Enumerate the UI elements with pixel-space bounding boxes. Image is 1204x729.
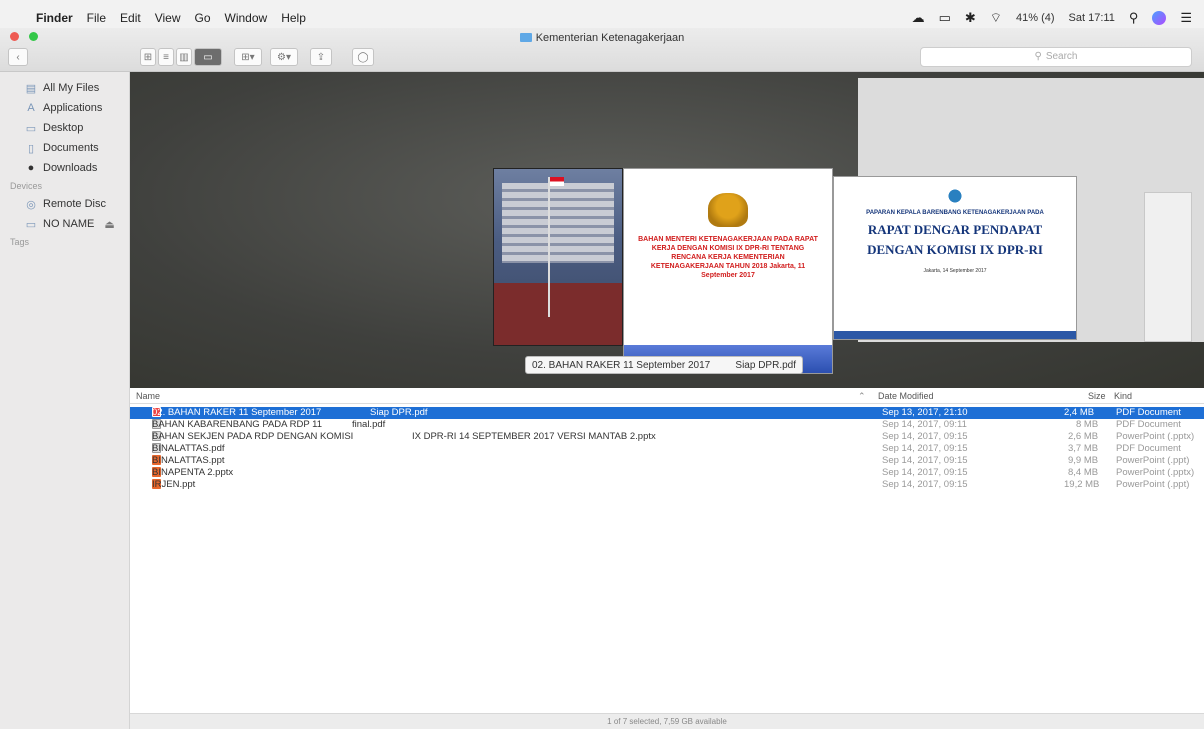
slide-footer-strip bbox=[834, 331, 1076, 339]
table-row[interactable]: BAHAN SEKJEN PADA RDP DENGAN KOMISI IX D… bbox=[130, 431, 1204, 443]
list-view-button[interactable]: ≡ bbox=[158, 48, 174, 66]
cover-flow-pane[interactable]: BAHAN MENTERI KETENAGAKERJAAN PADA RAPAT… bbox=[130, 72, 1204, 388]
table-row[interactable]: BINALATTAS.ppt Sep 14, 2017, 09:15 9,9 M… bbox=[130, 455, 1204, 467]
share-button[interactable]: ⇪ bbox=[310, 48, 332, 66]
cover-flow-item-selected[interactable]: BAHAN MENTERI KETENAGAKERJAAN PADA RAPAT… bbox=[623, 168, 833, 374]
file-list: Name ⌃ Date Modified Size Kind 02. BAHAN… bbox=[130, 388, 1204, 729]
sidebar-item-documents[interactable]: ▯ Documents bbox=[0, 138, 129, 158]
drive-icon: ▭ bbox=[25, 218, 37, 231]
documents-icon: ▯ bbox=[27, 142, 35, 155]
menu-edit[interactable]: Edit bbox=[120, 11, 141, 25]
ministry-logo-icon bbox=[942, 187, 968, 205]
table-row[interactable]: BINALATTAS.pdf Sep 14, 2017, 09:15 3,7 M… bbox=[130, 443, 1204, 455]
window-title: Kementerian Ketenagakerjaan bbox=[0, 32, 1204, 44]
finder-sidebar: ▤ All My Files A Applications ▭ Desktop ▯ Do… bbox=[0, 72, 130, 729]
menu-finder[interactable]: Finder bbox=[36, 11, 73, 25]
window-titlebar: Kementerian Ketenagakerjaan ‹ ⊞ ≡ ▥ ▭ ⊞▾… bbox=[0, 28, 1204, 72]
cover-flow-caption: 02. BAHAN RAKER 11 September 2017 Siap D… bbox=[525, 356, 803, 374]
all-files-icon: ▤ bbox=[25, 82, 37, 95]
table-row[interactable]: BAHAN KABARENBANG PADA RDP 11 final.pdf … bbox=[130, 419, 1204, 431]
cover-flow-view-button[interactable]: ▭ bbox=[194, 48, 222, 66]
menu-help[interactable]: Help bbox=[281, 11, 306, 25]
list-header: Name ⌃ Date Modified Size Kind bbox=[130, 388, 1204, 404]
column-header-size[interactable]: Size bbox=[1088, 391, 1106, 401]
column-header-name[interactable]: Name bbox=[136, 391, 160, 401]
flagpole-image bbox=[548, 177, 550, 317]
slide-subtitle: PAPARAN KEPALA BARENBANG KETENAGAKERJAAN… bbox=[866, 210, 1044, 216]
icon-view-button[interactable]: ⊞ bbox=[140, 48, 156, 66]
action-gear-button[interactable]: ⚙▾ bbox=[270, 48, 298, 66]
table-row[interactable]: BINAPENTA 2.pptx Sep 14, 2017, 09:15 8,4… bbox=[130, 467, 1204, 479]
edit-tags-button[interactable]: ◯ bbox=[352, 48, 374, 66]
sort-indicator-icon: ⌃ bbox=[858, 391, 866, 401]
spotlight-search-icon[interactable]: ⚲ bbox=[1129, 10, 1139, 26]
cloud-icon[interactable]: ☁ bbox=[912, 10, 925, 26]
sidebar-item-desktop[interactable]: ▭ Desktop bbox=[0, 118, 129, 138]
menu-file[interactable]: File bbox=[87, 11, 106, 25]
sidebar-item-remote-disc[interactable]: ◎ Remote Disc bbox=[0, 194, 129, 214]
table-row[interactable]: IRJEN.ppt Sep 14, 2017, 09:15 19,2 MB Po… bbox=[130, 479, 1204, 491]
airplay-icon[interactable]: ▭ bbox=[939, 10, 951, 26]
bluetooth-icon[interactable]: ✱ bbox=[965, 10, 976, 26]
column-header-date-modified[interactable]: Date Modified bbox=[878, 391, 934, 401]
garuda-emblem-icon bbox=[708, 193, 748, 227]
status-bar: 1 of 7 selected, 7,59 GB available bbox=[130, 713, 1204, 729]
cover-flow-item-side[interactable] bbox=[1144, 192, 1192, 342]
slide-title-line-2: DENGAN KOMISI IX DPR-RI bbox=[867, 242, 1043, 257]
document-cover-text: BAHAN MENTERI KETENAGAKERJAAN PADA RAPAT… bbox=[638, 236, 818, 279]
ground-image bbox=[494, 283, 622, 345]
back-button[interactable]: ‹ bbox=[8, 48, 28, 66]
siri-icon[interactable] bbox=[1152, 11, 1167, 25]
desktop-icon: ▭ bbox=[25, 122, 37, 135]
cover-flow-item-photo[interactable] bbox=[493, 168, 623, 346]
sidebar-devices-header: Devices bbox=[10, 181, 43, 191]
applications-icon: A bbox=[27, 102, 35, 114]
search-field[interactable]: ⚲ Search bbox=[920, 47, 1192, 67]
building-image bbox=[502, 183, 614, 263]
sidebar-item-applications[interactable]: A Applications bbox=[0, 98, 129, 118]
sidebar-item-all-my-files[interactable]: ▤ All My Files bbox=[0, 78, 129, 98]
toolbar: ‹ ⊞ ≡ ▥ ▭ ⊞▾ ⚙▾ ⇪ ◯ ⚲ Search bbox=[0, 46, 1204, 68]
downloads-icon: ● bbox=[27, 162, 35, 174]
wifi-icon[interactable]: ⌔ bbox=[990, 10, 1002, 26]
column-header-kind[interactable]: Kind bbox=[1114, 391, 1132, 401]
folder-icon bbox=[519, 33, 532, 42]
remote-disc-icon: ◎ bbox=[26, 198, 36, 211]
search-icon: ⚲ bbox=[1034, 51, 1042, 62]
menu-go[interactable]: Go bbox=[195, 11, 211, 25]
column-view-button[interactable]: ▥ bbox=[176, 48, 192, 66]
sidebar-tags-header: Tags bbox=[10, 237, 30, 247]
eject-icon[interactable]: ⏏ bbox=[104, 218, 114, 231]
battery-status[interactable]: 41% (4) bbox=[1016, 12, 1055, 24]
arrange-button[interactable]: ⊞▾ bbox=[234, 48, 262, 66]
menu-window[interactable]: Window bbox=[225, 11, 268, 25]
sidebar-item-downloads[interactable]: ● Downloads bbox=[0, 158, 129, 178]
menu-view[interactable]: View bbox=[155, 11, 181, 25]
table-row[interactable]: 02. BAHAN RAKER 11 September 2017 Siap D… bbox=[130, 407, 1204, 419]
slide-title-line-1: RAPAT DENGAR PENDAPAT bbox=[867, 222, 1043, 237]
sidebar-item-no-name[interactable]: ▭ NO NAME ⏏ bbox=[0, 214, 129, 234]
notification-center-icon[interactable]: ☰ bbox=[1180, 10, 1192, 26]
slide-date: Jakarta, 14 September 2017 bbox=[923, 268, 987, 274]
menu-clock[interactable]: Sat 17:11 bbox=[1069, 12, 1115, 24]
cover-flow-item-next[interactable]: PAPARAN KEPALA BARENBANG KETENAGAKERJAAN… bbox=[833, 176, 1077, 340]
flag-image bbox=[550, 177, 564, 186]
